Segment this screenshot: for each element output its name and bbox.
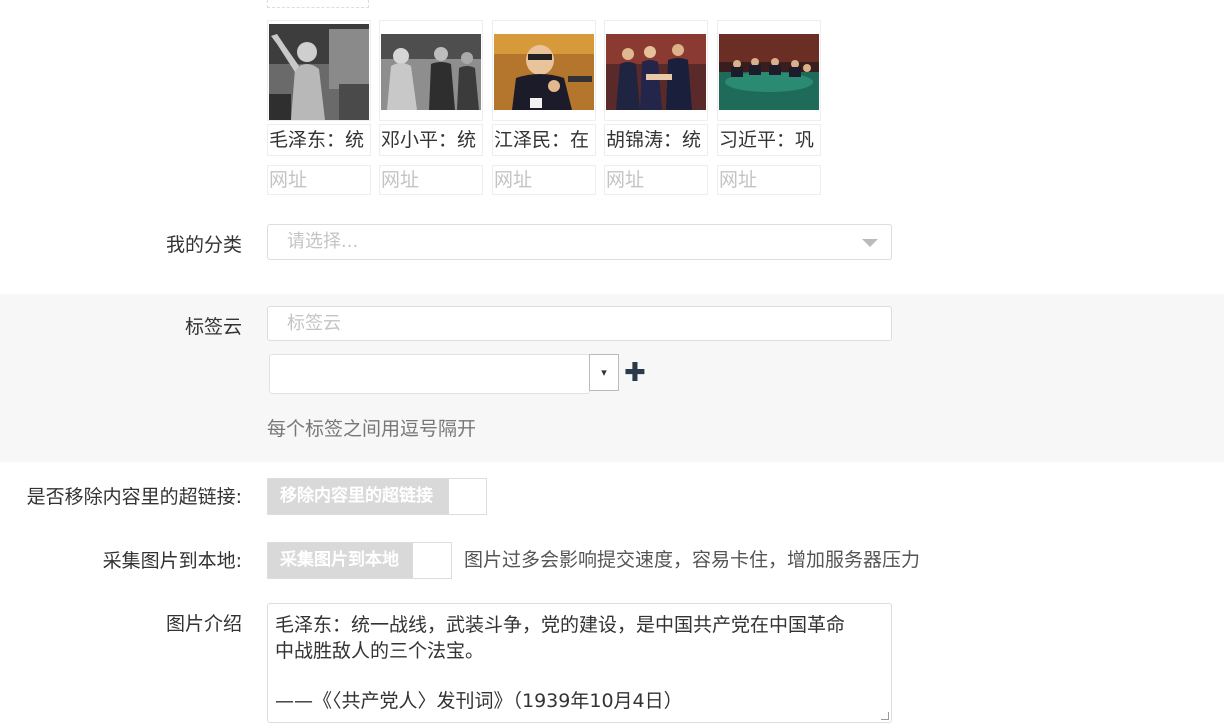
thumbnail-url-field[interactable]: 网址 [717,165,821,195]
tags-input[interactable]: 标签云 [267,306,892,341]
previous-field-edge [267,0,369,8]
tags-hint: 每个标签之间用逗号隔开 [267,418,477,440]
thumbnail-url-field[interactable]: 网址 [379,165,483,195]
thumbnail-title-field[interactable]: 毛泽东：统 [267,124,371,156]
description-line: 毛泽东：统一战线，武装斗争，党的建设，是中国共产党在中国革命 [275,614,846,636]
thumbnail-url-field[interactable]: 网址 [267,165,371,195]
add-tag-icon[interactable]: ✚ [624,358,646,388]
collect-images-toggle-text: 采集图片到本地 [268,543,413,578]
description-line: ——《〈共产党人〉发刊词》（1939年10月4日） [275,690,683,712]
description-textarea[interactable]: 毛泽东：统一战线，武装斗争，党的建设，是中国共产党在中国革命 中战胜敌人的三个法… [267,603,892,723]
thumbnail-frame[interactable] [717,20,821,121]
category-label: 我的分类 [165,234,242,256]
category-select[interactable]: 请选择... [267,224,892,260]
collect-images-toggle[interactable]: 采集图片到本地 [267,542,452,579]
photo-xi [719,34,819,110]
thumbnail-title-field[interactable]: 胡锦涛：统 [604,124,708,156]
tag-combo-input[interactable] [269,354,590,394]
thumbnail-title-field[interactable]: 邓小平：统 [379,124,483,156]
thumbnail-url-field[interactable]: 网址 [492,165,596,195]
photo-deng [381,34,481,110]
tags-label: 标签云 [184,316,242,338]
thumbnail-title-field[interactable]: 习近平：巩 [717,124,821,156]
description-line [275,664,884,688]
remove-links-toggle-text: 移除内容里的超链接 [268,479,449,514]
photo-jiang [494,34,594,110]
tag-combo-dropdown-button[interactable]: ▾ [589,354,619,391]
thumbnail-title-field[interactable]: 江泽民：在 [492,124,596,156]
image-thumbnail-list: 毛泽东：统 网址 邓小平：统 网址 江泽民：在 网址 胡锦涛：统 网址 习近平：… [266,20,826,200]
collect-images-label: 采集图片到本地: [102,550,242,572]
thumbnail-frame[interactable] [492,20,596,121]
photo-mao [269,24,369,120]
thumbnail-frame[interactable] [379,20,483,121]
description-line: 中战胜敌人的三个法宝。 [275,640,485,662]
photo-hu [606,34,706,110]
thumbnail-url-field[interactable]: 网址 [604,165,708,195]
thumbnail-frame[interactable] [267,20,371,121]
description-label: 图片介绍 [165,613,242,635]
tags-placeholder: 标签云 [287,313,341,334]
resize-handle-icon[interactable] [881,712,889,720]
category-placeholder: 请选择... [287,231,359,252]
thumbnail-frame[interactable] [604,20,708,121]
collect-images-note: 图片过多会影响提交速度，容易卡住，增加服务器压力 [464,549,921,571]
remove-links-label: 是否移除内容里的超链接: [26,486,242,508]
chevron-down-icon [862,239,878,247]
remove-links-toggle[interactable]: 移除内容里的超链接 [267,478,487,515]
